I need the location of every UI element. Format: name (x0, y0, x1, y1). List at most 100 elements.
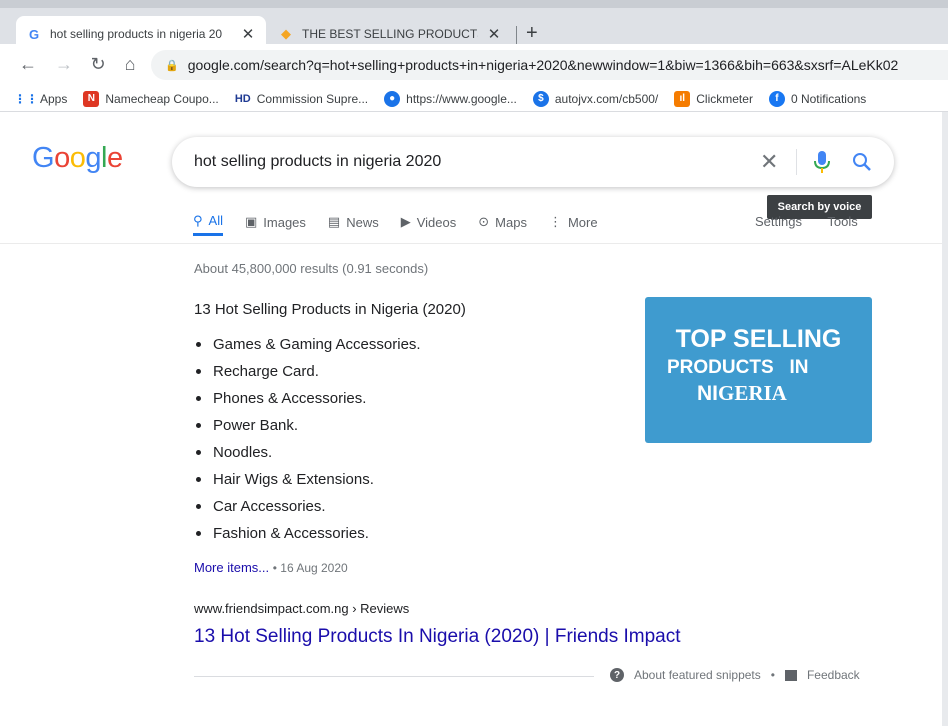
list-item: Fashion & Accessories. (196, 520, 421, 547)
apps-grid-icon: ⋮⋮ (14, 91, 38, 106)
list-item-text: Phones & Accessories. (213, 390, 367, 407)
tabs-divider (0, 243, 948, 244)
logo-letter: G (32, 142, 55, 174)
bookmark-apps[interactable]: ⋮⋮ Apps (14, 91, 67, 107)
clear-search-icon[interactable]: ✕ (760, 149, 778, 175)
bookmark-commission[interactable]: HD Commission Supre... (235, 91, 368, 107)
bookmark-namecheap[interactable]: N Namecheap Coupo... (83, 90, 219, 107)
image-text-bold: NI (697, 382, 718, 405)
new-tab-button[interactable]: + (526, 22, 538, 45)
namecheap-icon: N (83, 90, 100, 107)
result-title-link[interactable]: 13 Hot Selling Products In Nigeria (2020… (194, 626, 681, 648)
more-items-link[interactable]: More items... (194, 560, 269, 575)
close-tab-icon[interactable]: ✕ (240, 25, 256, 43)
tab-videos[interactable]: ▶ Videos (401, 208, 457, 236)
bookmark-label: https://www.google... (406, 91, 517, 106)
list-item-text: Car Accessories. (213, 498, 326, 515)
clickmeter-icon: ıl (674, 90, 691, 107)
list-item: Noodles. (196, 439, 421, 466)
tab-all[interactable]: ⚲ All (193, 208, 223, 236)
browser-chrome: G hot selling products in nigeria 20 ✕ ◆… (0, 0, 948, 120)
autojvx-icon: $ (532, 90, 549, 107)
image-text-rest: GERIA (718, 381, 787, 405)
bookmark-label: 0 Notifications (790, 91, 867, 106)
feedback-link[interactable]: Feedback (807, 668, 860, 682)
browser-toolbar: ← → ↻ ⌂ 🔒 google.com/search?q=hot+sellin… (0, 44, 948, 86)
list-item-text: Games & Gaming Accessories. (213, 336, 421, 353)
bookmark-google[interactable]: ● https://www.google... (384, 90, 517, 107)
more-dots-icon: ⋮ (548, 214, 562, 229)
list-item: Car Accessories. (196, 493, 421, 520)
reload-button[interactable]: ↻ (86, 52, 110, 76)
list-item-text: Fashion & Accessories. (213, 525, 369, 542)
tab-title: hot selling products in nigeria 20 (50, 27, 223, 41)
tab-label: Maps (495, 214, 527, 230)
bookmark-clickmeter[interactable]: ıl Clickmeter (674, 90, 753, 107)
list-item: Power Bank. (196, 412, 421, 439)
list-item-text: Power Bank. (213, 417, 299, 434)
list-item-text: Recharge Card. (213, 363, 319, 380)
address-url: google.com/search?q=hot+selling+products… (187, 57, 899, 73)
image-icon: ▣ (244, 214, 258, 229)
forward-button[interactable]: → (52, 52, 76, 76)
lock-icon: 🔒 (165, 59, 179, 72)
bullet (196, 369, 201, 374)
search-icon[interactable] (850, 150, 874, 174)
tab-separator (516, 26, 517, 44)
bookmarks-bar: ⋮⋮ Apps N Namecheap Coupo... HD Commissi… (0, 86, 948, 112)
help-icon: ? (610, 668, 624, 682)
list-item: Games & Gaming Accessories. (196, 331, 421, 358)
logo-letter: o (54, 142, 70, 174)
tab-label: Images (263, 214, 306, 230)
tab-more[interactable]: ⋮ More (549, 208, 598, 236)
footer-divider (194, 676, 594, 677)
list-item-text: Noodles. (213, 444, 273, 461)
bookmark-label: autojvx.com/cb500/ (554, 91, 659, 106)
orange-diamond-icon: ◆ (281, 26, 291, 41)
image-text-line1: TOP SELLING (675, 325, 842, 353)
snippet-image[interactable]: TOP SELLING PRODUCTS IN NIGERIA (645, 297, 872, 443)
more-items-row: More items... • 16 Aug 2020 (194, 560, 348, 575)
bullet (196, 477, 201, 482)
bullet-separator: • (770, 668, 775, 682)
window-edge (942, 112, 948, 726)
logo-letter: e (106, 142, 123, 174)
bullet (196, 531, 201, 536)
tab-images[interactable]: ▣ Images (245, 208, 306, 236)
search-box: hot selling products in nigeria 2020 ✕ (172, 137, 894, 187)
result-stats: About 45,800,000 results (0.91 seconds) (194, 261, 429, 276)
about-snippets-link[interactable]: About featured snippets (634, 668, 761, 682)
bullet (196, 450, 201, 455)
globe-icon: ● (384, 90, 401, 107)
tab-label: All (208, 213, 223, 228)
home-button[interactable]: ⌂ (118, 52, 142, 76)
search-icon: ⚲ (193, 212, 203, 228)
snippet-title: 13 Hot Selling Products in Nigeria (2020… (194, 301, 466, 318)
bookmark-autojvx[interactable]: $ autojvx.com/cb500/ (532, 90, 659, 107)
back-button[interactable]: ← (16, 52, 40, 76)
bullet (196, 396, 201, 401)
search-input[interactable]: hot selling products in nigeria 2020 (194, 153, 441, 171)
facebook-icon: f (768, 90, 785, 107)
bookmark-label: Clickmeter (696, 91, 753, 106)
search-tabs: ⚲ All ▣ Images ▤ News ▶ Videos ⊙ Maps ⋮ … (193, 208, 620, 238)
tab-news[interactable]: ▤ News (328, 208, 379, 236)
bookmark-notifications[interactable]: f 0 Notifications (768, 90, 867, 107)
snippet-footer: ? About featured snippets • Feedback (610, 668, 860, 682)
google-g-icon: G (28, 26, 40, 42)
logo-letter: o (69, 142, 86, 174)
image-text-line2: PRODUCTS IN (667, 357, 809, 378)
tab-strip: G hot selling products in nigeria 20 ✕ ◆… (0, 0, 948, 52)
address-bar[interactable]: 🔒 google.com/search?q=hot+selling+produc… (151, 50, 948, 80)
google-logo[interactable]: Google (32, 142, 123, 175)
tools-link[interactable]: Tools (827, 214, 857, 229)
close-tab-icon[interactable]: ✕ (486, 25, 502, 43)
bullet (196, 342, 201, 347)
settings-link[interactable]: Settings (755, 214, 802, 229)
hd-icon: HD (234, 92, 251, 105)
search-divider (796, 149, 797, 175)
microphone-icon[interactable] (813, 150, 831, 174)
result-url[interactable]: www.friendsimpact.com.ng › Reviews (194, 601, 409, 616)
feedback-icon (784, 669, 797, 681)
tab-maps[interactable]: ⊙ Maps (478, 208, 527, 236)
